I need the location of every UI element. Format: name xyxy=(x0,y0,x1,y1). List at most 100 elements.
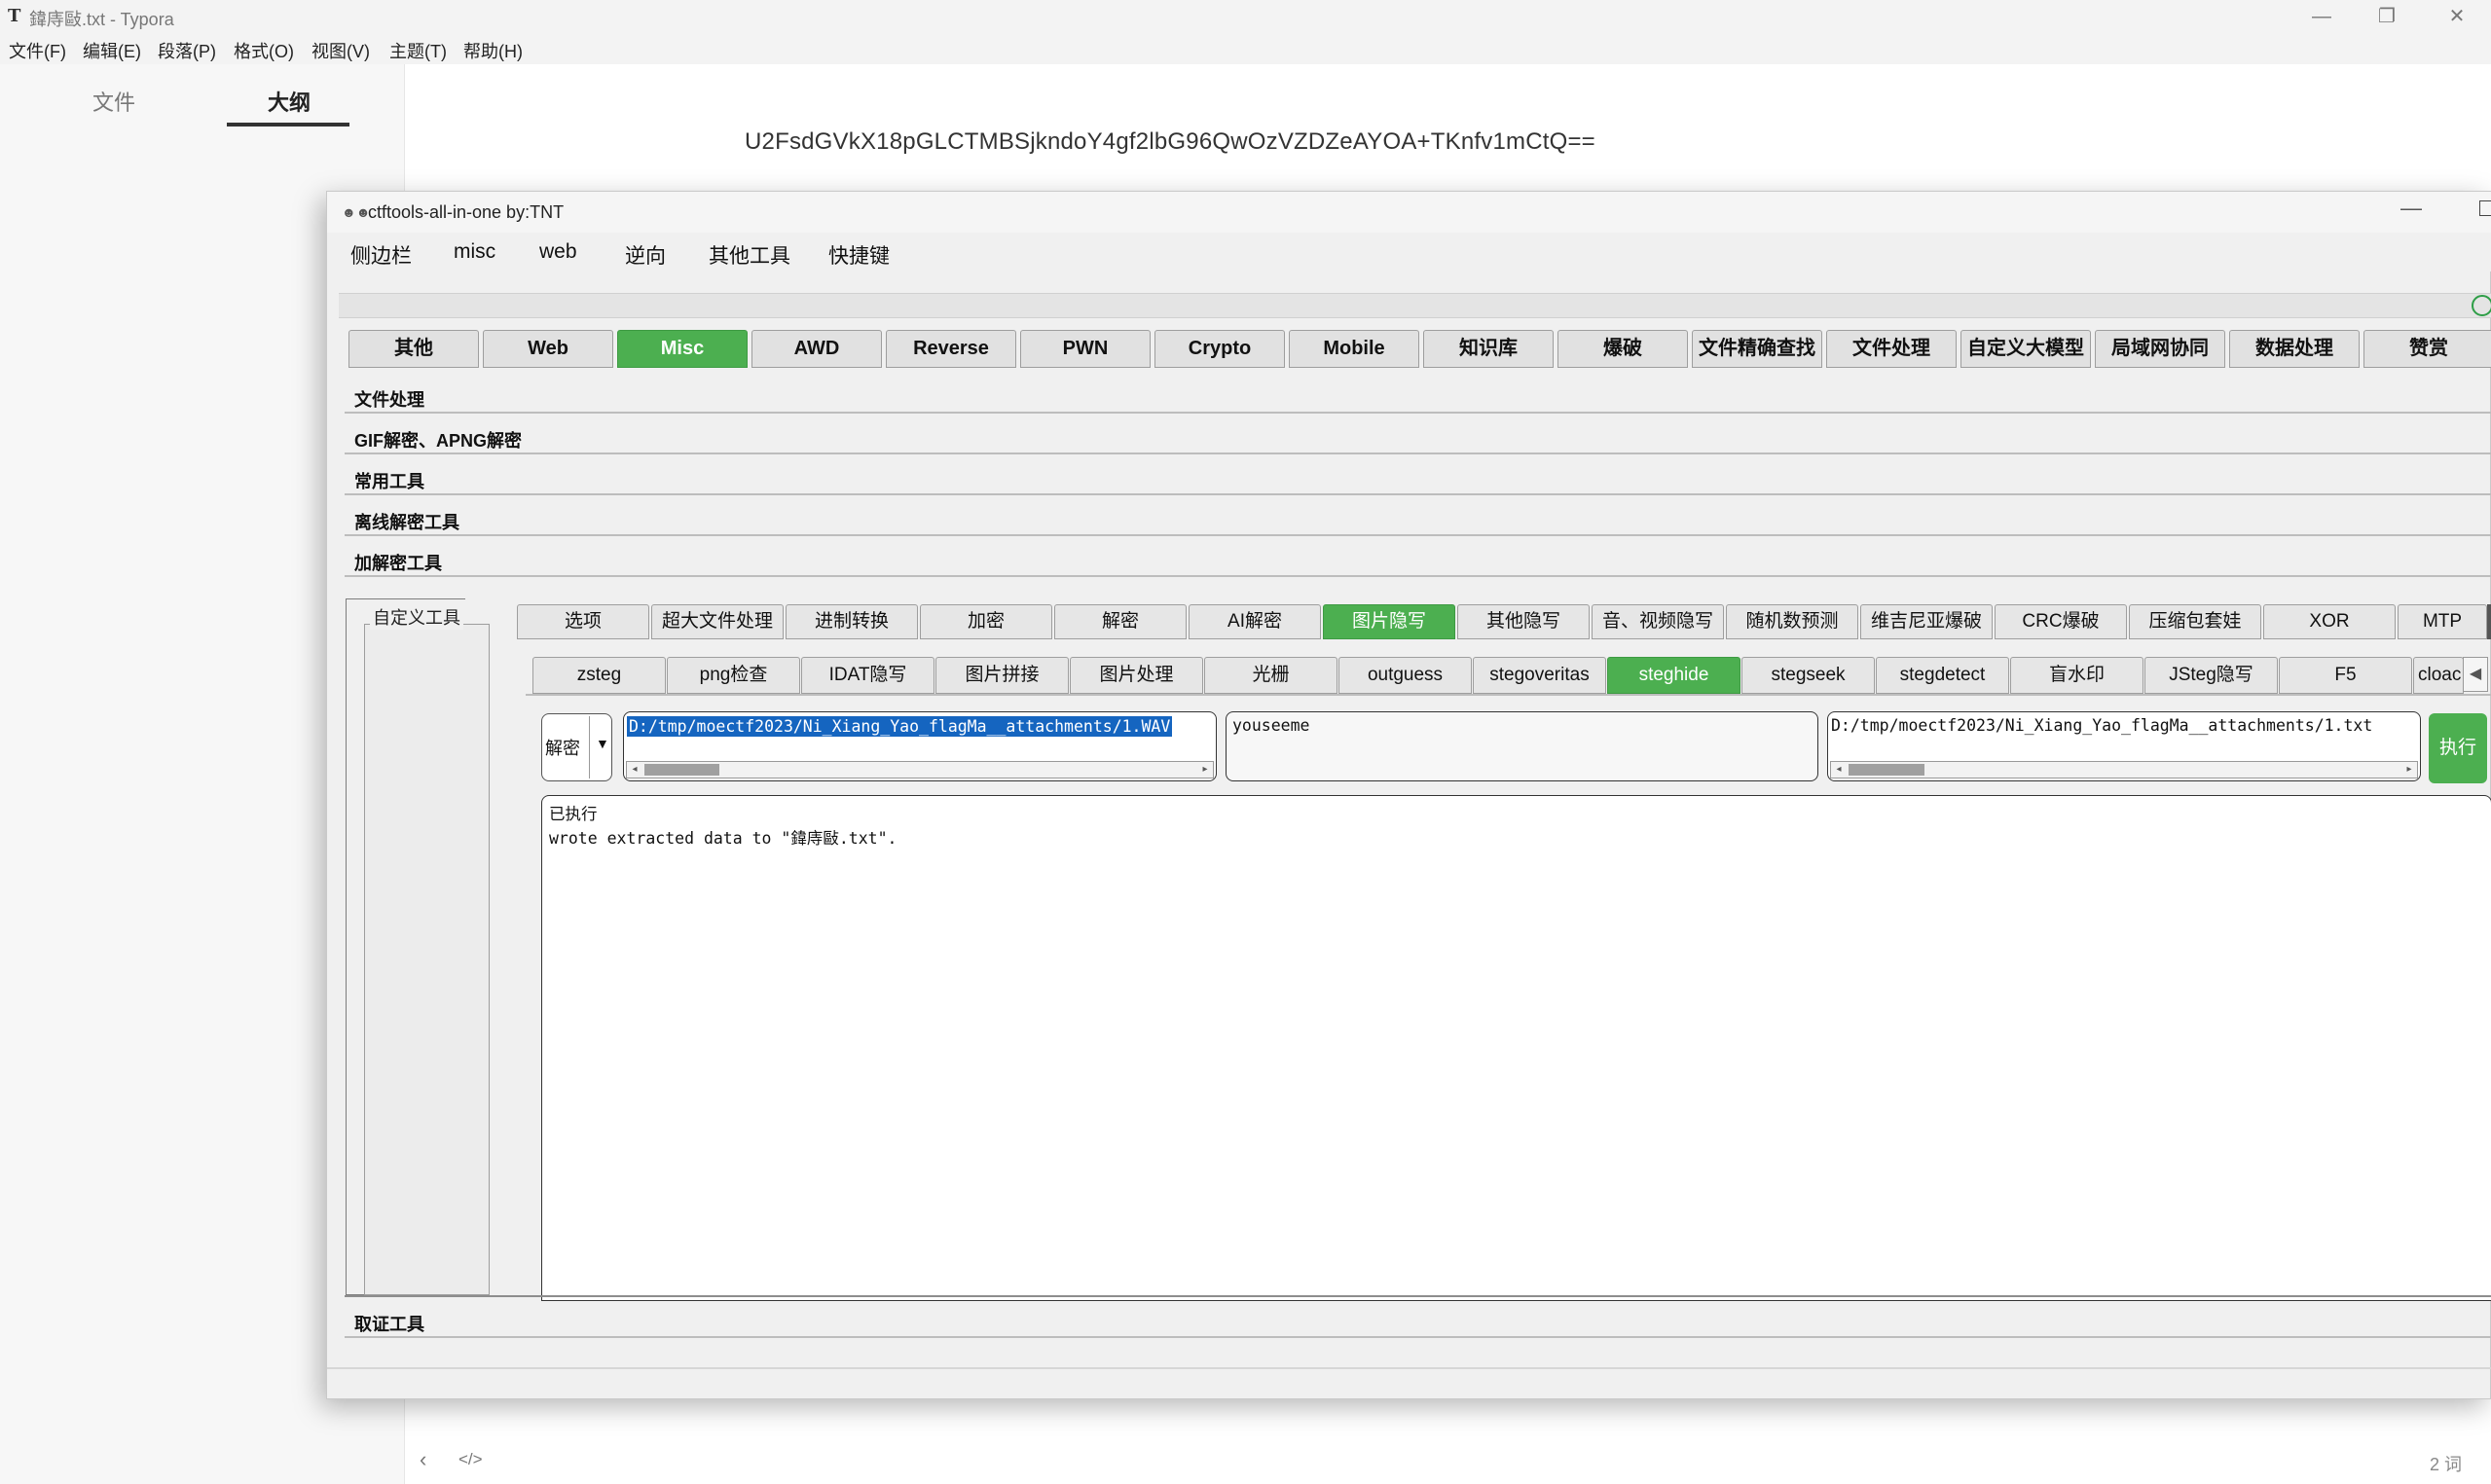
input-file-path[interactable]: D:/tmp/moectf2023/Ni_Xiang_Yao_flagMa__a… xyxy=(627,716,1173,737)
menu-theme[interactable]: 主题(T) xyxy=(389,38,447,63)
minimize-icon[interactable]: — xyxy=(2400,196,2422,221)
input-horizontal-scrollbar[interactable]: ◂ ▸ xyxy=(626,761,1214,778)
tool-tab-stegdetect[interactable]: stegdetect xyxy=(1876,657,2009,694)
sub-tab-ai-decrypt[interactable]: AI解密 xyxy=(1189,604,1321,639)
main-tab-misc[interactable]: Misc xyxy=(617,330,748,368)
output-horizontal-scrollbar[interactable]: ◂ ▸ xyxy=(1830,761,2418,778)
typora-menubar: 文件(F) 编辑(E) 段落(P) 格式(O) 视图(V) 主题(T) 帮助(H… xyxy=(0,33,2491,64)
sub-tab-crc[interactable]: CRC爆破 xyxy=(1995,604,2127,639)
scrollbar-thumb[interactable] xyxy=(644,764,719,776)
tool-panel-border xyxy=(526,694,2491,696)
password-field[interactable]: youseeme xyxy=(1226,711,1818,781)
close-icon[interactable]: ✕ xyxy=(2423,0,2491,33)
menu-view[interactable]: 视图(V) xyxy=(311,38,370,63)
mode-select[interactable]: 解密 ▼ xyxy=(541,713,612,781)
menu-shortcuts[interactable]: 快捷键 xyxy=(828,240,890,270)
run-button[interactable]: 执行 xyxy=(2429,713,2487,783)
tool-tab-blind-watermark[interactable]: 盲水印 xyxy=(2010,657,2143,694)
main-tab-donate[interactable]: 赞赏 xyxy=(2363,330,2491,368)
source-code-icon[interactable]: </> xyxy=(458,1450,483,1469)
main-tab-reverse[interactable]: Reverse xyxy=(886,330,1016,368)
sidebar-tab-outline[interactable]: 大纲 xyxy=(268,86,311,117)
main-tab-bruteforce[interactable]: 爆破 xyxy=(1557,330,1688,368)
menu-reverse[interactable]: 逆向 xyxy=(625,240,666,270)
sidebar-tab-files[interactable]: 文件 xyxy=(92,86,135,117)
status-circle-icon[interactable] xyxy=(2472,295,2491,316)
sub-tab-vigenere[interactable]: 维吉尼亚爆破 xyxy=(1860,604,1993,639)
main-tab-mobile[interactable]: Mobile xyxy=(1289,330,1419,368)
output-file-field[interactable]: D:/tmp/moectf2023/Ni_Xiang_Yao_flagMa__a… xyxy=(1827,711,2421,781)
main-tab-web[interactable]: Web xyxy=(483,330,613,368)
scroll-left-icon[interactable]: ◂ xyxy=(627,762,642,778)
sub-tab-decrypt[interactable]: 解密 xyxy=(1054,604,1187,639)
tab-scroll-left-icon[interactable]: ◀ xyxy=(2463,657,2488,692)
main-tab-other[interactable]: 其他 xyxy=(348,330,479,368)
custom-tools-list[interactable] xyxy=(364,624,490,1295)
sub-tab-options[interactable]: 选项 xyxy=(517,604,649,639)
sub-tab-other-stego[interactable]: 其他隐写 xyxy=(1457,604,1590,639)
tool-tab-jsteg[interactable]: JSteg隐写 xyxy=(2144,657,2278,694)
sub-tab-xor[interactable]: XOR xyxy=(2263,604,2396,639)
restore-icon[interactable]: ❐ xyxy=(2353,0,2421,33)
menu-format[interactable]: 格式(O) xyxy=(234,38,294,63)
main-tab-custom-llm[interactable]: 自定义大模型 xyxy=(1960,330,2091,368)
menu-edit[interactable]: 编辑(E) xyxy=(83,38,141,63)
tool-tab-f5[interactable]: F5 xyxy=(2279,657,2412,694)
tool-tab-image-stitch[interactable]: 图片拼接 xyxy=(935,657,1069,694)
scroll-left-icon[interactable]: ◂ xyxy=(1831,762,1847,778)
sub-tab-encrypt[interactable]: 加密 xyxy=(920,604,1052,639)
minimize-icon[interactable]: — xyxy=(2288,0,2356,33)
tool-tab-steghide[interactable]: steghide xyxy=(1607,657,1740,694)
main-tab-file-search[interactable]: 文件精确查找 xyxy=(1692,330,1822,368)
tool-tab-cloacked[interactable]: cloac xyxy=(2413,657,2464,694)
menu-paragraph[interactable]: 段落(P) xyxy=(158,38,216,63)
tool-tab-zsteg[interactable]: zsteg xyxy=(532,657,666,694)
menu-web[interactable]: web xyxy=(539,240,577,264)
output-textarea[interactable]: 已执行 wrote extracted data to "鍏庤敺.txt". xyxy=(541,795,2491,1301)
document-content[interactable]: U2FsdGVkX18pGLCTMBSjkndoY4gf2lbG96QwOzVZ… xyxy=(745,128,1595,156)
main-tab-crypto[interactable]: Crypto xyxy=(1154,330,1285,368)
section-forensics[interactable]: 取证工具 xyxy=(345,1303,2491,1338)
main-tab-awd[interactable]: AWD xyxy=(751,330,882,368)
sub-tab-random-predict[interactable]: 随机数预测 xyxy=(1726,604,1858,639)
main-tab-data-processing[interactable]: 数据处理 xyxy=(2229,330,2360,368)
tool-tab-idat[interactable]: IDAT隐写 xyxy=(801,657,934,694)
tool-tab-outguess[interactable]: outguess xyxy=(1338,657,1472,694)
sub-tab-image-stego[interactable]: 图片隐写 xyxy=(1323,604,1455,639)
scroll-right-icon[interactable]: ▸ xyxy=(1197,762,1213,778)
section-common-tools[interactable]: 常用工具 xyxy=(345,460,2491,495)
menu-help[interactable]: 帮助(H) xyxy=(463,38,523,63)
back-icon[interactable]: ‹ xyxy=(420,1447,426,1472)
tool-tab-image-process[interactable]: 图片处理 xyxy=(1070,657,1203,694)
main-tab-file-processing[interactable]: 文件处理 xyxy=(1826,330,1957,368)
section-gif-apng[interactable]: GIF解密、APNG解密 xyxy=(345,419,2491,454)
output-file-path[interactable]: D:/tmp/moectf2023/Ni_Xiang_Yao_flagMa__a… xyxy=(1831,716,2372,735)
main-tab-lan-collab[interactable]: 局域网协同 xyxy=(2095,330,2225,368)
typora-window-title: 鍏庤敺.txt - Typora xyxy=(29,10,174,29)
output-line: wrote extracted data to "鍏庤敺.txt". xyxy=(549,829,897,848)
sub-tab-av-stego[interactable]: 音、视频隐写 xyxy=(1592,604,1724,639)
section-file-processing[interactable]: 文件处理 xyxy=(345,379,2491,414)
input-file-field[interactable]: D:/tmp/moectf2023/Ni_Xiang_Yao_flagMa__a… xyxy=(623,711,1217,781)
menu-sidebar[interactable]: 侧边栏 xyxy=(350,240,412,270)
scrollbar-thumb[interactable] xyxy=(1849,764,1924,776)
tool-tab-raster[interactable]: 光栅 xyxy=(1204,657,1337,694)
main-tab-knowledge[interactable]: 知识库 xyxy=(1423,330,1554,368)
main-tab-pwn[interactable]: PWN xyxy=(1020,330,1151,368)
tool-tab-stegseek[interactable]: stegseek xyxy=(1741,657,1875,694)
tool-tab-stegoveritas[interactable]: stegoveritas xyxy=(1473,657,1606,694)
scroll-right-icon[interactable]: ▸ xyxy=(2401,762,2417,778)
password-value[interactable]: youseeme xyxy=(1232,716,1309,735)
sub-tab-nested-archive[interactable]: 压缩包套娃 xyxy=(2129,604,2261,639)
sub-tab-base-convert[interactable]: 进制转换 xyxy=(786,604,918,639)
sub-tab-mtp[interactable]: MTP xyxy=(2398,604,2487,639)
chevron-down-icon[interactable]: ▼ xyxy=(596,736,609,751)
maximize-icon[interactable] xyxy=(2479,200,2491,216)
menu-other-tools[interactable]: 其他工具 xyxy=(709,240,790,270)
menu-file[interactable]: 文件(F) xyxy=(9,38,66,63)
section-offline-decrypt[interactable]: 离线解密工具 xyxy=(345,501,2491,536)
section-crypto-tools[interactable]: 加解密工具 xyxy=(345,542,2491,577)
menu-misc[interactable]: misc xyxy=(454,240,495,264)
tool-tab-png-check[interactable]: png检查 xyxy=(667,657,800,694)
sub-tab-large-file[interactable]: 超大文件处理 xyxy=(651,604,784,639)
